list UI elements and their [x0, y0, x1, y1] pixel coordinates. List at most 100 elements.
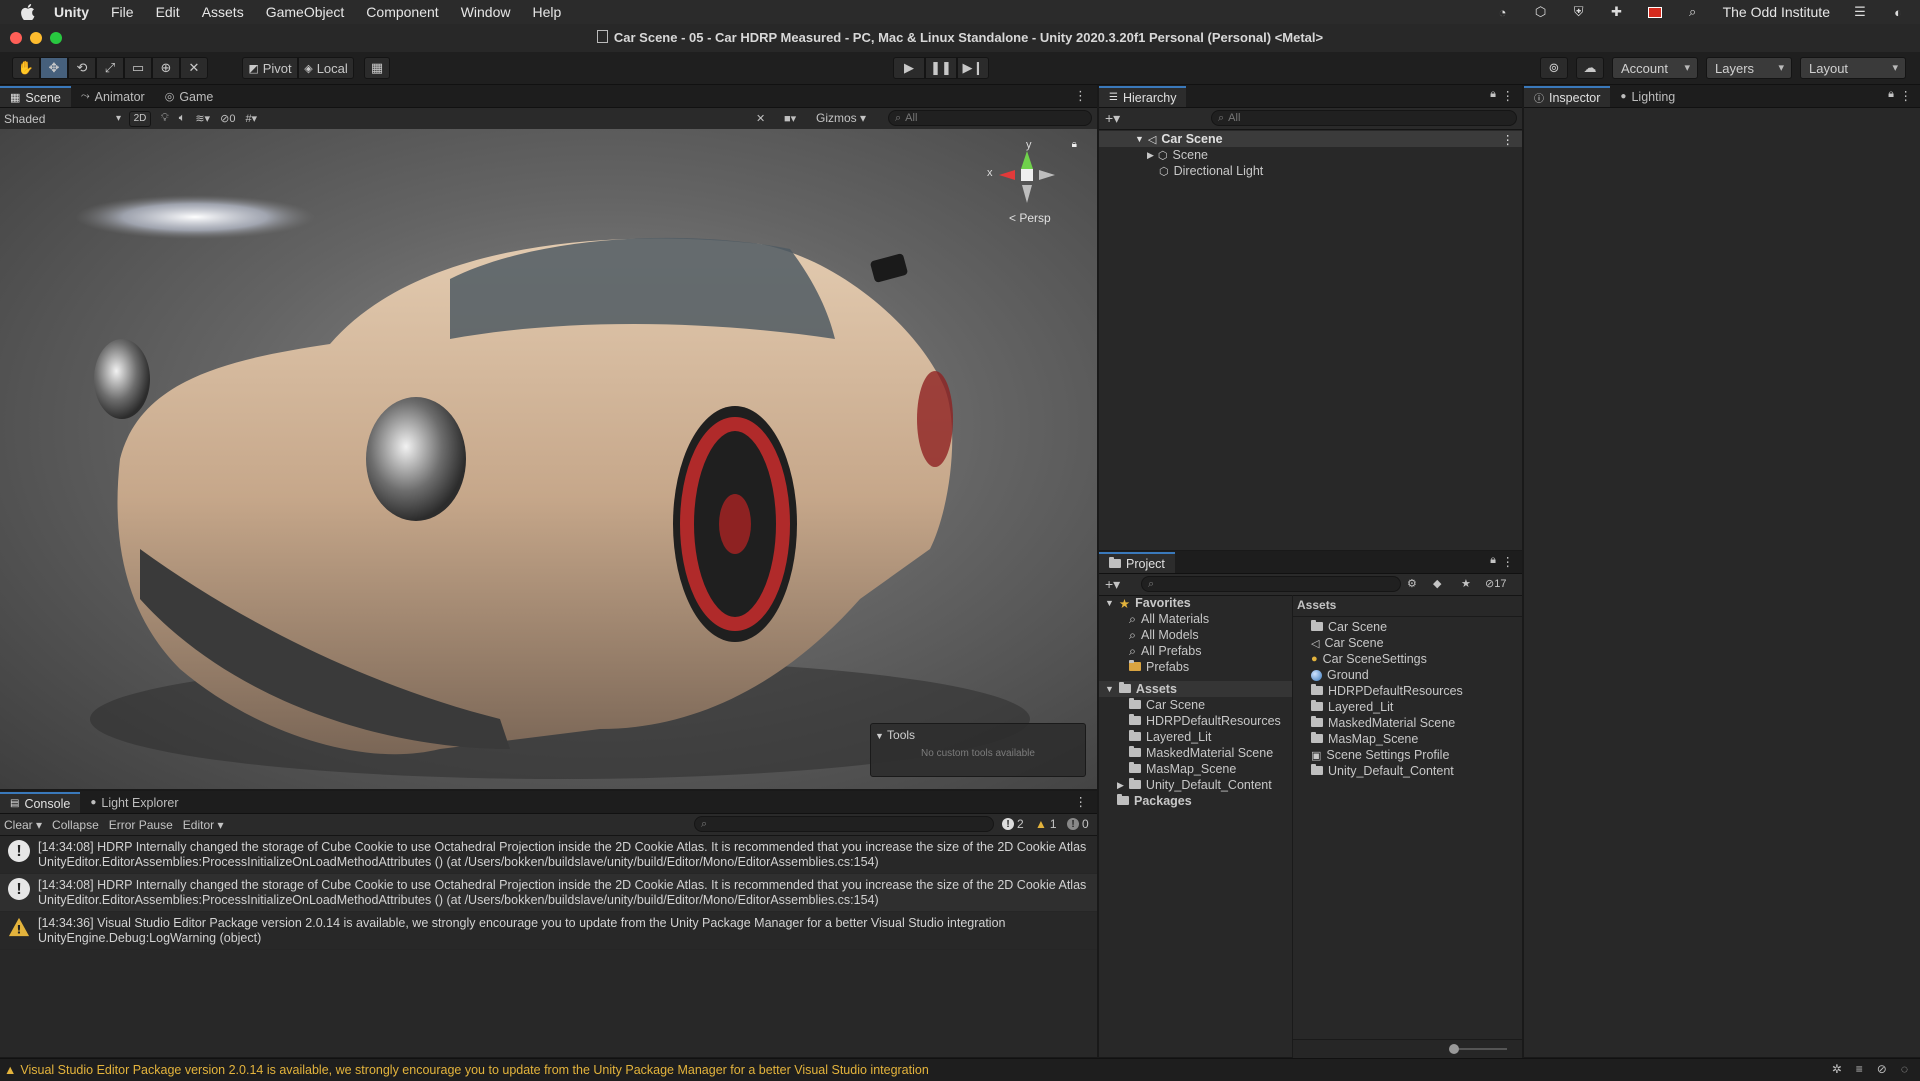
gizmos-dropdown[interactable]: Gizmos ▾: [816, 111, 866, 125]
asset-item[interactable]: ● Car SceneSettings: [1311, 651, 1522, 667]
asset-folder[interactable]: Car Scene: [1099, 697, 1292, 713]
lock-icon[interactable]: 🔒︎: [1490, 554, 1496, 567]
menu-assets[interactable]: Assets: [202, 4, 244, 20]
scene-menu-icon[interactable]: ⋮: [1502, 132, 1515, 147]
lighting-toggle-icon[interactable]: 💡︎: [161, 112, 169, 125]
favorite-item[interactable]: ⌕ All Prefabs: [1099, 643, 1292, 659]
tab-lighting[interactable]: ● Lighting: [1610, 86, 1685, 107]
menu-window[interactable]: Window: [461, 4, 511, 20]
tab-hierarchy[interactable]: ☰ Hierarchy: [1099, 86, 1187, 107]
collab-icon[interactable]: ⊚: [1540, 57, 1568, 79]
flag-icon[interactable]: [1647, 4, 1663, 20]
scale-tool-icon[interactable]: ⤢: [96, 57, 124, 79]
menu-help[interactable]: Help: [532, 4, 561, 20]
favorites-header[interactable]: ▼ ★ Favorites: [1099, 595, 1292, 611]
error-count-toggle[interactable]: ! 0: [1067, 817, 1089, 831]
projection-toggle[interactable]: < Persp: [1009, 211, 1051, 225]
shield-status-icon[interactable]: ⛨: [1571, 4, 1587, 20]
tab-scene[interactable]: ▦ Scene: [0, 86, 71, 107]
clear-button[interactable]: Clear ▾: [4, 818, 42, 832]
effects-toggle-icon[interactable]: ≋▾: [195, 112, 210, 125]
asset-item[interactable]: ▣ Scene Settings Profile: [1311, 747, 1522, 763]
asset-folder[interactable]: HDRPDefaultResources: [1099, 713, 1292, 729]
asset-folder[interactable]: ▶ Unity_Default_Content: [1099, 777, 1292, 793]
log-entry[interactable]: ! [14:34:36] Visual Studio Editor Packag…: [0, 912, 1097, 950]
rect-tool-icon[interactable]: ▭: [124, 57, 152, 79]
asset-item[interactable]: MasMap_Scene: [1311, 731, 1522, 747]
menu-edit[interactable]: Edit: [156, 4, 180, 20]
assets-header[interactable]: ▼ Assets: [1099, 681, 1292, 697]
minimize-window-button[interactable]: [30, 32, 42, 44]
asset-item[interactable]: MaskedMaterial Scene: [1311, 715, 1522, 731]
layers-dropdown[interactable]: Layers: [1706, 57, 1792, 79]
hierarchy-item-directional-light[interactable]: ⬡ Directional Light: [1099, 163, 1522, 179]
hierarchy-item-car-scene[interactable]: ▼ ◁ Car Scene ⋮: [1099, 131, 1522, 147]
asset-item[interactable]: ◁ Car Scene: [1311, 635, 1522, 651]
status-bar[interactable]: ▲ Visual Studio Editor Package version 2…: [0, 1058, 1920, 1081]
cache-server-icon[interactable]: ≡: [1856, 1062, 1863, 1076]
control-center-icon[interactable]: ☰: [1852, 4, 1868, 20]
tools-overlay-title[interactable]: ▼ Tools: [871, 724, 1085, 742]
menu-gameobject[interactable]: GameObject: [266, 4, 345, 20]
scene-viewport[interactable]: y x 🔒︎ < Persp ▼ Tools No custom tools a…: [0, 129, 1097, 789]
favorite-item[interactable]: ⌕ All Models: [1099, 627, 1292, 643]
favorite-item[interactable]: Prefabs: [1099, 659, 1292, 675]
hidden-packages-toggle[interactable]: ⊘17: [1485, 577, 1506, 590]
panel-menu-icon[interactable]: ⋮: [1074, 88, 1087, 104]
scene-search-input[interactable]: ⌕ All: [888, 110, 1092, 126]
project-search-input[interactable]: ⌕: [1141, 576, 1401, 592]
local-toggle[interactable]: ◈ Local: [298, 57, 354, 79]
hidden-objects-icon[interactable]: ⊘: [220, 112, 229, 125]
account-dropdown[interactable]: Account: [1612, 57, 1698, 79]
unity-hub-icon[interactable]: ⬡: [1533, 4, 1549, 20]
grid-toggle-icon[interactable]: #▾: [245, 112, 257, 125]
tab-project[interactable]: Project: [1099, 552, 1175, 573]
progress-spinner-icon[interactable]: ◌: [1901, 1062, 1908, 1076]
clock-status-icon[interactable]: ◔: [1495, 4, 1511, 20]
plus-cross-icon[interactable]: ✚: [1609, 4, 1625, 20]
lock-icon[interactable]: 🔒︎: [1888, 88, 1894, 101]
shading-mode-dropdown[interactable]: Shaded: [4, 112, 116, 126]
transform-tool-icon[interactable]: ⊕: [152, 57, 180, 79]
cloud-icon[interactable]: ☁: [1576, 57, 1604, 79]
tab-game[interactable]: ◎ Game: [155, 86, 224, 107]
lock-icon[interactable]: 🔒︎: [1490, 88, 1496, 101]
spotlight-search-icon[interactable]: ⌕: [1685, 4, 1701, 20]
asset-folder[interactable]: MaskedMaterial Scene: [1099, 745, 1292, 761]
create-add-icon[interactable]: +▾: [1105, 110, 1120, 127]
apple-icon[interactable]: [20, 4, 36, 20]
tab-console[interactable]: ▤ Console: [0, 792, 81, 813]
favorite-item[interactable]: ⌕ All Materials: [1099, 611, 1292, 627]
hierarchy-item-scene[interactable]: ▶ ⬡ Scene: [1099, 147, 1522, 163]
hierarchy-search-input[interactable]: ⌕ All: [1211, 110, 1517, 126]
close-window-button[interactable]: [10, 32, 22, 44]
warning-count-toggle[interactable]: ▲ 1: [1035, 817, 1057, 831]
asset-item[interactable]: Car Scene: [1311, 619, 1522, 635]
inspector-menu-icon[interactable]: ⋮: [1900, 88, 1913, 103]
asset-folder[interactable]: Layered_Lit: [1099, 729, 1292, 745]
orientation-gizmo[interactable]: y x 🔒︎ < Persp: [987, 135, 1077, 235]
step-button[interactable]: ▶❙: [957, 57, 989, 79]
asset-item[interactable]: Unity_Default_Content: [1311, 763, 1522, 779]
move-tool-icon[interactable]: ✥: [40, 57, 68, 79]
editor-dropdown[interactable]: Editor ▾: [183, 818, 224, 832]
info-count-toggle[interactable]: ! 2: [1002, 817, 1024, 831]
audio-toggle-icon[interactable]: 🔈︎: [179, 112, 186, 125]
pause-button[interactable]: ❚❚: [925, 57, 957, 79]
custom-tool-icon[interactable]: ✕: [180, 57, 208, 79]
error-pause-toggle[interactable]: Error Pause: [109, 818, 173, 832]
collapse-toggle[interactable]: Collapse: [52, 818, 99, 832]
tab-inspector[interactable]: ⓘ Inspector: [1524, 86, 1611, 107]
console-search-input[interactable]: ⌕: [694, 816, 994, 832]
mode-2d-toggle[interactable]: 2D: [129, 110, 152, 127]
create-add-icon[interactable]: +▾: [1105, 576, 1120, 593]
menubar-org-name[interactable]: The Odd Institute: [1723, 4, 1830, 20]
console-menu-icon[interactable]: ⋮: [1075, 794, 1088, 809]
rotate-tool-icon[interactable]: ⟲: [68, 57, 96, 79]
project-menu-icon[interactable]: ⋮: [1502, 554, 1515, 569]
menu-file[interactable]: File: [111, 4, 134, 20]
log-entry[interactable]: ! [14:34:08] HDRP Internally changed the…: [0, 874, 1097, 912]
asset-item[interactable]: Ground: [1311, 667, 1522, 683]
pivot-toggle[interactable]: ◩ Pivot: [242, 57, 298, 79]
menu-component[interactable]: Component: [366, 4, 438, 20]
